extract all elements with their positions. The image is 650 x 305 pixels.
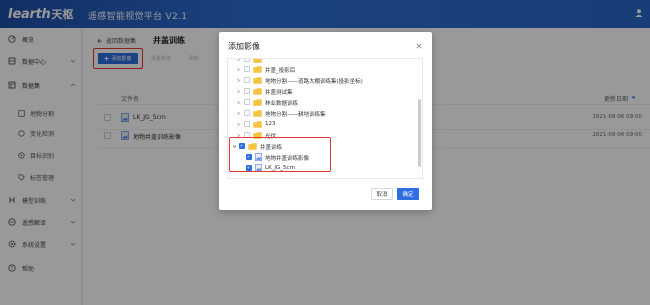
folder-icon bbox=[253, 98, 262, 106]
chevron-right-icon[interactable] bbox=[236, 58, 241, 62]
tree-node-label: 地物分割——道路大棚训练集(投影坐标) bbox=[265, 78, 363, 85]
tree-checkbox[interactable] bbox=[244, 88, 250, 94]
tree-node-label: 井盖_投影后 bbox=[265, 67, 296, 74]
tree-checkbox[interactable] bbox=[244, 66, 250, 72]
folder-icon bbox=[253, 87, 262, 95]
tree-checkbox[interactable] bbox=[244, 99, 250, 105]
chevron-right-icon[interactable] bbox=[236, 89, 241, 94]
folder-icon bbox=[253, 59, 262, 63]
tree-node-label: 地物分割——耕地训练集 bbox=[265, 111, 326, 118]
tree-node[interactable]: 井盖_投影后 bbox=[228, 64, 418, 74]
cancel-button[interactable]: 取消 bbox=[371, 188, 393, 200]
folder-icon bbox=[253, 109, 262, 117]
tree-node-label: 井盖测试集 bbox=[265, 89, 293, 96]
tree-node-label: 林业数据训练 bbox=[265, 100, 299, 107]
tree-checkbox[interactable] bbox=[244, 121, 250, 127]
folder-icon bbox=[253, 76, 262, 84]
tree-node[interactable]: 123 bbox=[228, 119, 418, 129]
tree-checkbox[interactable] bbox=[244, 59, 250, 62]
chevron-right-icon[interactable] bbox=[236, 122, 241, 127]
tree-scrollbar-thumb[interactable] bbox=[418, 99, 421, 167]
tree-checkbox[interactable] bbox=[244, 77, 250, 83]
chevron-right-icon[interactable] bbox=[236, 67, 241, 72]
tree-node[interactable]: 地物分割——耕地训练集 bbox=[228, 108, 418, 118]
chevron-right-icon[interactable] bbox=[236, 111, 241, 116]
folder-icon bbox=[253, 65, 262, 73]
tree-node[interactable]: 井盖测试集 bbox=[228, 86, 418, 96]
close-icon[interactable] bbox=[416, 43, 422, 49]
folder-icon bbox=[253, 120, 262, 128]
highlight-box-selection bbox=[229, 137, 331, 172]
tree-node-label: 123 bbox=[265, 120, 276, 127]
tree-node[interactable]: 地物分割——道路大棚训练集(投影坐标) bbox=[228, 75, 418, 85]
chevron-right-icon[interactable] bbox=[236, 78, 241, 83]
dialog-title: 添加影像 bbox=[228, 42, 260, 51]
tree-node[interactable]: 林业数据训练 bbox=[228, 97, 418, 107]
confirm-button[interactable]: 确定 bbox=[397, 188, 419, 200]
add-image-dialog: 添加影像 井盖_投影后 地物分割——道路大棚训练集(投影坐标) 井盖测试集 林业… bbox=[219, 32, 432, 210]
tree-checkbox[interactable] bbox=[244, 110, 250, 116]
chevron-right-icon[interactable] bbox=[236, 100, 241, 105]
